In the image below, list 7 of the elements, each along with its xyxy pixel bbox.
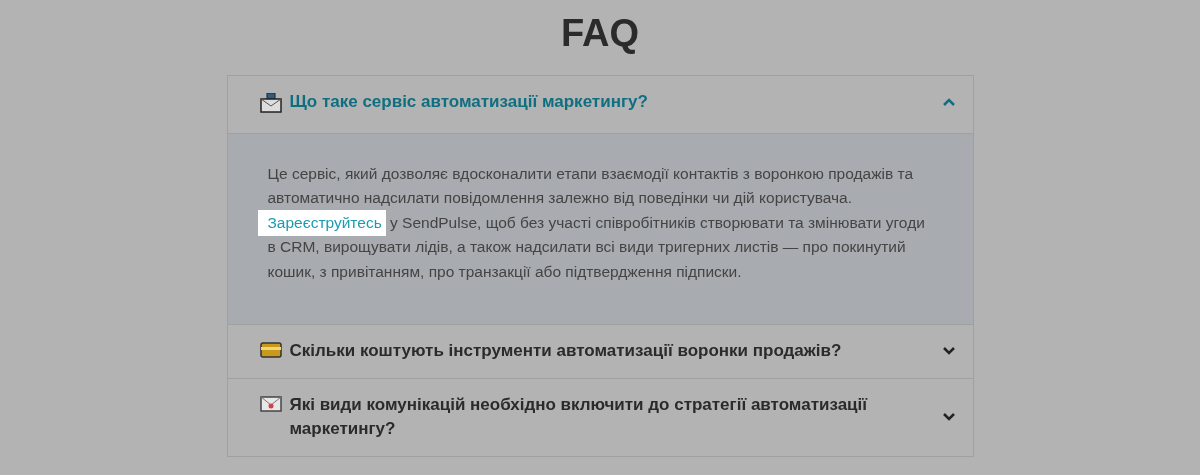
credit-card-icon (259, 342, 282, 359)
faq-question[interactable]: Скільки коштують інструменти автоматизації воронки продажів? (227, 325, 973, 378)
mailbox-icon (259, 93, 282, 113)
faq-question[interactable]: Які види комунікацій необхідно включити до стратегії автоматизації маркетингу? (227, 378, 973, 457)
envelope-icon (259, 395, 282, 412)
page-title: FAQ (560, 12, 640, 55)
answer-text: Це сервіс, який дозволяє вдосконалити етапи взаємодії контактів з воронкою продажів та автоматично надсилати повідомлення залежно від поведінки чи дій користувача. Зареєструйтесь у SendPulse, щоб без участі співробітників створювати та змінювати угоди в CRM, вирощувати лідів, а також надсилати всі види тригерних листів — про покинутий кошик, з привітанням, про транзакції або підтвердження підписки. (267, 163, 926, 282)
